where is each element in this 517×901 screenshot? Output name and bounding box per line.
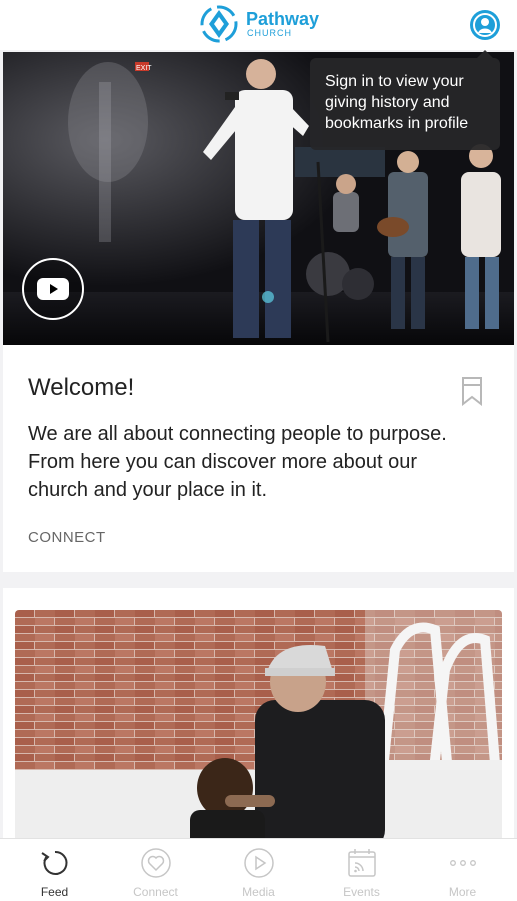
pathway-logo-icon [200,5,238,43]
brand-name: Pathway [246,9,320,29]
user-icon [473,13,497,37]
tab-label: Media [242,885,275,899]
card-description: We are all about connecting people to pu… [28,423,447,501]
church-logo[interactable]: Pathway CHURCH [198,2,319,46]
calendar-feed-icon [348,849,376,877]
sign-in-tooltip[interactable]: Sign in to view your giving history and … [310,58,500,150]
card-category-link[interactable]: CONNECT [28,529,106,546]
more-dots-icon [450,860,476,866]
tab-label: Events [343,885,380,899]
tab-media[interactable]: Media [207,839,310,901]
baptism-photo[interactable] [15,610,502,848]
tab-label: Feed [40,885,69,899]
baptism-card[interactable] [3,588,514,848]
profile-button[interactable] [470,10,500,40]
app-header: Pathway CHURCH [0,0,517,50]
bottom-tab-bar: Feed Connect Media Events More [0,838,517,901]
tooltip-arrow [477,50,493,58]
bookmark-icon[interactable] [459,376,485,406]
card-title: Welcome! [28,374,135,401]
tab-events[interactable]: Events [310,839,413,901]
play-video-button[interactable] [22,258,84,320]
youtube-icon [37,278,69,300]
brand-subtitle: CHURCH [247,28,292,38]
tab-label: Connect [133,885,178,899]
baptism-image [15,610,502,848]
heart-circle-icon [141,848,171,878]
tab-feed[interactable]: Feed [3,839,106,901]
tab-more[interactable]: More [411,839,514,901]
exit-sign: EXIT [136,65,152,72]
refresh-icon [41,850,68,875]
play-circle-icon [244,848,274,878]
tab-connect[interactable]: Connect [104,839,207,901]
tab-label: More [448,885,477,899]
